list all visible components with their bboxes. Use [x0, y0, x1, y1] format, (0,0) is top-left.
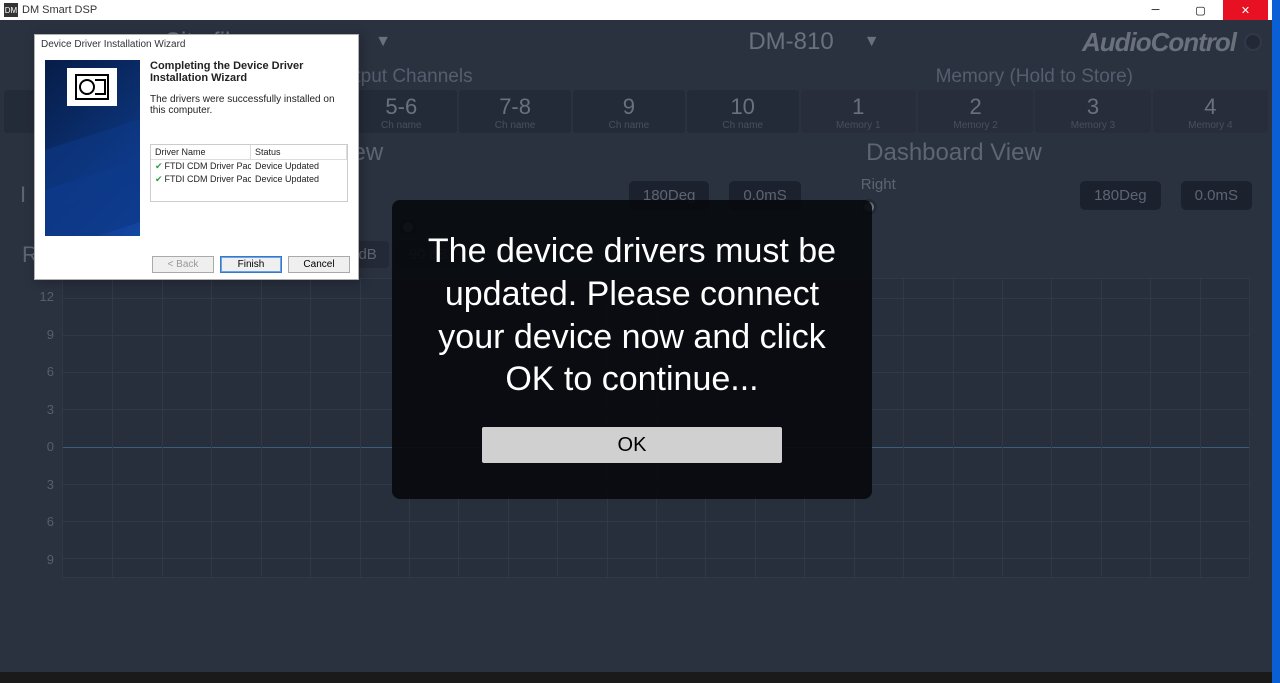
tab-label: 1: [801, 94, 916, 120]
wizard-side-graphic: [45, 60, 140, 236]
memory-tab[interactable]: 1Memory 1: [801, 90, 916, 133]
tab-sublabel: Memory 3: [1035, 120, 1150, 131]
connection-status-indicator: [1244, 33, 1262, 51]
memory-tab[interactable]: 4Memory 4: [1153, 90, 1268, 133]
memory-title: Memory (Hold to Store): [801, 64, 1268, 90]
wizard-driver-row: ✔FTDI CDM Driver Packa…Device Updated: [151, 173, 347, 186]
output-channel-tab[interactable]: 10Ch name: [687, 90, 799, 133]
wizard-cancel-button[interactable]: Cancel: [288, 256, 350, 273]
tab-label: 10: [687, 94, 799, 120]
cd-device-icon: [67, 68, 117, 106]
tab-label: 5-6: [345, 94, 457, 120]
y-tick-label: 0: [22, 439, 54, 454]
y-tick-label: 6: [22, 364, 54, 379]
memory-tab[interactable]: 2Memory 2: [918, 90, 1033, 133]
wizard-titlebar: Device Driver Installation Wizard: [35, 35, 358, 54]
tab-sublabel: Ch name: [459, 120, 571, 131]
modal-ok-button[interactable]: OK: [482, 427, 782, 463]
chevron-down-icon: ▼: [864, 33, 880, 51]
memory-tab[interactable]: 3Memory 3: [1035, 90, 1150, 133]
wizard-heading: Completing the Device Driver Installatio…: [150, 60, 348, 84]
check-icon: ✔: [155, 174, 163, 184]
tab-sublabel: Ch name: [573, 120, 685, 131]
dashboard-view-title: Dashboard View: [636, 139, 1272, 167]
tab-label: 3: [1035, 94, 1150, 120]
tab-sublabel: Memory 4: [1153, 120, 1268, 131]
delay-ms-value-2[interactable]: 0.0mS: [1181, 181, 1252, 210]
device-label: DM-810: [748, 28, 833, 56]
titlebar-text: DM Smart DSP: [22, 4, 1133, 16]
wizard-finish-button[interactable]: Finish: [220, 256, 282, 273]
tab-sublabel: Ch name: [345, 120, 457, 131]
taskbar[interactable]: [0, 672, 1272, 683]
brand-logo: AudioControl: [1082, 27, 1236, 58]
col-driver-name: Driver Name: [151, 145, 251, 159]
tab-label: 2: [918, 94, 1033, 120]
tab-sublabel: Memory 1: [801, 120, 916, 131]
y-tick-label: 9: [22, 552, 54, 567]
phase-deg-value-2[interactable]: 180Deg: [1080, 181, 1161, 210]
tab-sublabel: Memory 2: [918, 120, 1033, 131]
tab-label: 4: [1153, 94, 1268, 120]
check-icon: ✔: [155, 161, 163, 171]
tab-label: 9: [573, 94, 685, 120]
chevron-down-icon: ▼: [375, 33, 391, 51]
tab-label: 7-8: [459, 94, 571, 120]
app-icon: DM: [4, 3, 18, 17]
y-tick-label: 6: [22, 514, 54, 529]
output-channel-tab[interactable]: 9Ch name: [573, 90, 685, 133]
right-label: Right: [861, 176, 896, 193]
driver-wizard-dialog: Device Driver Installation Wizard Comple…: [34, 34, 359, 280]
wizard-subtext: The drivers were successfully installed …: [150, 94, 348, 116]
wizard-driver-table: Driver Name Status ✔FTDI CDM Driver Pack…: [150, 144, 348, 202]
wizard-back-button: < Back: [152, 256, 214, 273]
titlebar: DM DM Smart DSP ─ ▢ ✕: [0, 0, 1272, 20]
y-tick-label: 3: [22, 477, 54, 492]
y-tick-label: 3: [22, 402, 54, 417]
output-channel-tab[interactable]: 7-8Ch name: [459, 90, 571, 133]
driver-update-modal: The device drivers must be updated. Plea…: [392, 200, 872, 499]
output-channel-tab[interactable]: 5-6Ch name: [345, 90, 457, 133]
device-dropdown[interactable]: DM-810 ▼: [546, 28, 1082, 56]
minimize-button[interactable]: ─: [1133, 0, 1178, 20]
tab-sublabel: Ch name: [687, 120, 799, 131]
y-tick-label: 12: [22, 289, 54, 304]
maximize-button[interactable]: ▢: [1178, 0, 1223, 20]
close-button[interactable]: ✕: [1223, 0, 1268, 20]
y-tick-label: 9: [22, 327, 54, 342]
wizard-driver-row: ✔FTDI CDM Driver Packa…Device Updated: [151, 160, 347, 173]
modal-message: The device drivers must be updated. Plea…: [422, 230, 842, 401]
col-status: Status: [251, 145, 347, 159]
